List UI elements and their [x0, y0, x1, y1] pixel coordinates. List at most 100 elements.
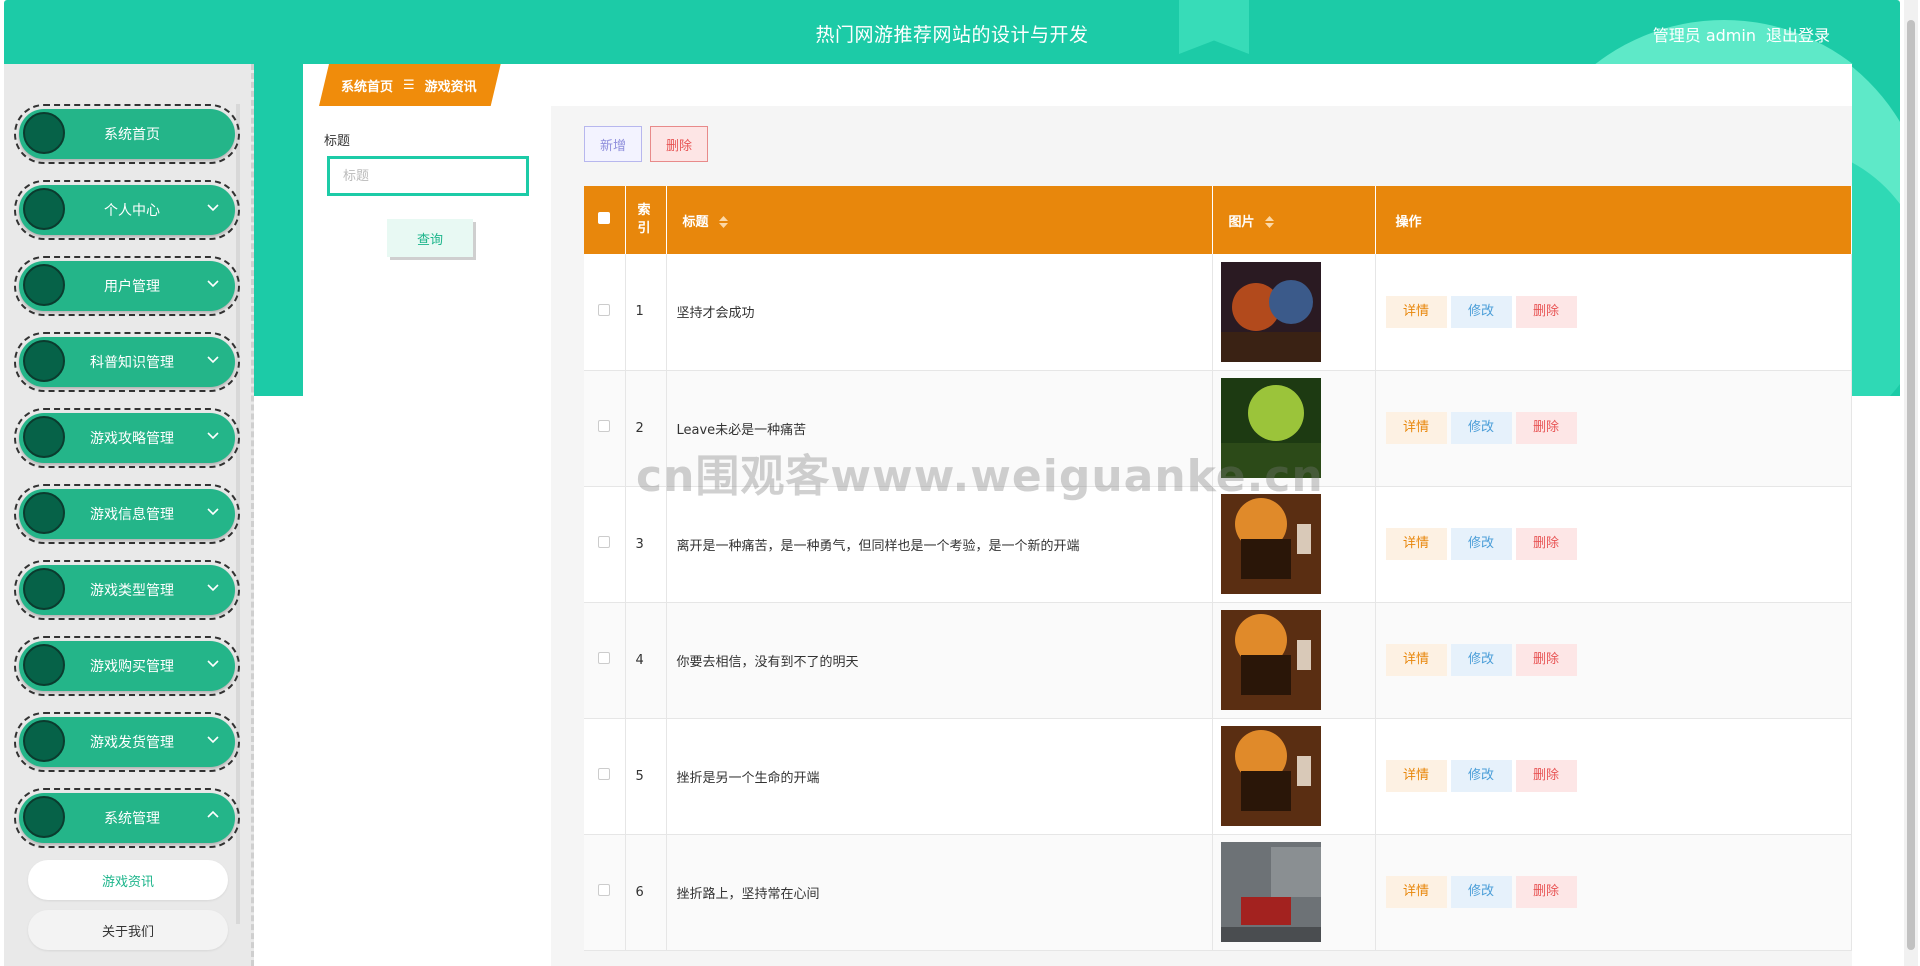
- detail-button[interactable]: 详情: [1385, 412, 1447, 444]
- row-actions: 详情 修改 删除: [1375, 718, 1852, 835]
- sidebar-subitem-game-news[interactable]: 游戏资讯: [28, 860, 228, 900]
- menu-dot-icon: [23, 264, 65, 306]
- detail-button[interactable]: 详情: [1385, 295, 1447, 328]
- edit-button[interactable]: 修改: [1450, 876, 1512, 908]
- content-panel: 系统首页 ☰ 游戏资讯 标题 查询 新增 删除 索引 标题: [303, 64, 1852, 966]
- sort-icon[interactable]: [719, 216, 729, 228]
- select-all-cell: [584, 186, 626, 254]
- delete-button[interactable]: 删除: [1515, 876, 1577, 908]
- sidebar-item-game-info[interactable]: 游戏信息管理: [14, 484, 240, 544]
- detail-button[interactable]: 详情: [1385, 528, 1447, 560]
- menu-dot-icon: [23, 188, 65, 230]
- row-checkbox[interactable]: [598, 303, 611, 316]
- bulk-delete-button[interactable]: 删除: [650, 126, 708, 162]
- search-label: 标题: [324, 134, 351, 149]
- row-image-cell: [1212, 254, 1376, 371]
- row-checkbox[interactable]: [598, 536, 611, 548]
- sidebar-item-pill: 游戏类型管理: [19, 565, 235, 615]
- sidebar-item-science[interactable]: 科普知识管理: [14, 332, 240, 392]
- menu-dot-icon: [23, 416, 65, 458]
- row-checkbox[interactable]: [598, 652, 611, 664]
- table-row: 4 你要去相信，没有到不了的明天 详情 修改 删除: [584, 602, 1852, 719]
- sidebar-item-users[interactable]: 用户管理: [14, 256, 240, 316]
- row-index: 4: [625, 602, 667, 719]
- thumbnail-image: [1220, 494, 1321, 594]
- page-scrollbar-thumb[interactable]: [1907, 20, 1915, 950]
- sidebar-item-home[interactable]: 系统首页: [14, 104, 240, 164]
- sidebar-item-pill: 游戏购买管理: [19, 641, 235, 691]
- sort-icon[interactable]: [1265, 216, 1275, 228]
- row-title: 你要去相信，没有到不了的明天: [666, 602, 1213, 719]
- row-title: 离开是一种痛苦，是一种勇气，但同样也是一个考验，是一个新的开端: [666, 486, 1213, 603]
- row-index: 1: [625, 254, 667, 371]
- detail-button[interactable]: 详情: [1385, 876, 1447, 908]
- row-checkbox[interactable]: [598, 420, 611, 432]
- detail-button[interactable]: 详情: [1385, 760, 1447, 792]
- delete-button[interactable]: 删除: [1515, 644, 1577, 676]
- breadcrumb-home[interactable]: 系统首页: [341, 76, 393, 95]
- chevron-down-icon: [207, 584, 219, 592]
- thumbnail-image: [1220, 842, 1321, 942]
- logout-link[interactable]: 退出登录: [1766, 22, 1830, 46]
- breadcrumb-current: 游戏资讯: [424, 79, 477, 95]
- user-label: 管理员 admin: [1652, 26, 1756, 45]
- menu-dot-icon: [23, 796, 65, 838]
- table-row: 3 离开是一种痛苦，是一种勇气，但同样也是一个考验，是一个新的开端 详情 修改 删除: [584, 486, 1852, 603]
- delete-button[interactable]: 删除: [1515, 528, 1577, 560]
- table-row: 5 挫折是另一个生命的开端 详情 修改 删除: [584, 718, 1852, 835]
- detail-button[interactable]: 详情: [1385, 644, 1447, 676]
- row-actions: 详情 修改 删除: [1375, 834, 1852, 951]
- edit-button[interactable]: 修改: [1450, 760, 1512, 792]
- row-checkbox[interactable]: [598, 768, 611, 780]
- table-row: 2 Leave未必是一种痛苦 详情 修改 删除: [584, 370, 1852, 487]
- sidebar-item-pill: 游戏信息管理: [19, 489, 235, 539]
- column-header-image[interactable]: 图片: [1212, 186, 1376, 254]
- sidebar-item-label: 游戏发货管理: [90, 735, 174, 751]
- title-search-input[interactable]: [327, 156, 529, 196]
- row-actions: 详情 修改 删除: [1375, 370, 1852, 487]
- sidebar-item-label: 游戏信息管理: [90, 507, 174, 523]
- sidebar-item-shipping[interactable]: 游戏发货管理: [14, 712, 240, 772]
- row-index: 3: [625, 486, 667, 603]
- edit-button[interactable]: 修改: [1450, 528, 1512, 560]
- sidebar-item-profile[interactable]: 个人中心: [14, 180, 240, 240]
- row-title: 坚持才会成功: [666, 254, 1213, 371]
- menu-dot-icon: [23, 644, 65, 686]
- menu-dot-icon: [23, 492, 65, 534]
- delete-button[interactable]: 删除: [1515, 412, 1577, 444]
- sidebar-item-pill: 系统管理: [19, 793, 235, 843]
- row-index: 6: [625, 834, 667, 951]
- ops-header-label: 操作: [1395, 214, 1422, 230]
- thumbnail-image: [1220, 378, 1321, 478]
- chevron-down-icon: [207, 432, 219, 440]
- page-scrollbar[interactable]: [1904, 0, 1918, 966]
- edit-button[interactable]: 修改: [1450, 644, 1512, 676]
- sidebar-item-system[interactable]: 系统管理: [14, 788, 240, 848]
- edit-button[interactable]: 修改: [1450, 295, 1512, 328]
- sidebar-item-game-types[interactable]: 游戏类型管理: [14, 560, 240, 620]
- user-area: 管理员 admin 退出登录: [1653, 22, 1830, 46]
- sidebar-item-label: 游戏攻略管理: [90, 431, 174, 447]
- sidebar-item-pill: 系统首页: [19, 109, 235, 159]
- row-checkbox[interactable]: [598, 884, 611, 896]
- sidebar-subitem-about-us[interactable]: 关于我们: [28, 910, 228, 950]
- top-header: 热门网游推荐网站的设计与开发 管理员 admin 退出登录: [4, 0, 1900, 64]
- sidebar-item-purchases[interactable]: 游戏购买管理: [14, 636, 240, 696]
- delete-button[interactable]: 删除: [1515, 760, 1577, 792]
- add-button[interactable]: 新增: [584, 126, 642, 162]
- row-title: 挫折是另一个生命的开端: [666, 718, 1213, 835]
- row-title: Leave未必是一种痛苦: [666, 370, 1213, 487]
- select-all-checkbox[interactable]: [598, 212, 611, 224]
- row-index: 5: [625, 718, 667, 835]
- sidebar-item-label: 游戏类型管理: [90, 583, 174, 599]
- chevron-down-icon: [207, 736, 219, 744]
- row-check-cell: [584, 370, 626, 487]
- menu-dot-icon: [23, 720, 65, 762]
- delete-button[interactable]: 删除: [1515, 295, 1577, 328]
- edit-button[interactable]: 修改: [1450, 412, 1512, 444]
- chevron-down-icon: [207, 204, 219, 212]
- column-header-title[interactable]: 标题: [666, 186, 1213, 254]
- search-button[interactable]: 查询: [387, 219, 473, 257]
- sidebar-item-guides[interactable]: 游戏攻略管理: [14, 408, 240, 468]
- sidebar-item-label: 科普知识管理: [90, 355, 174, 371]
